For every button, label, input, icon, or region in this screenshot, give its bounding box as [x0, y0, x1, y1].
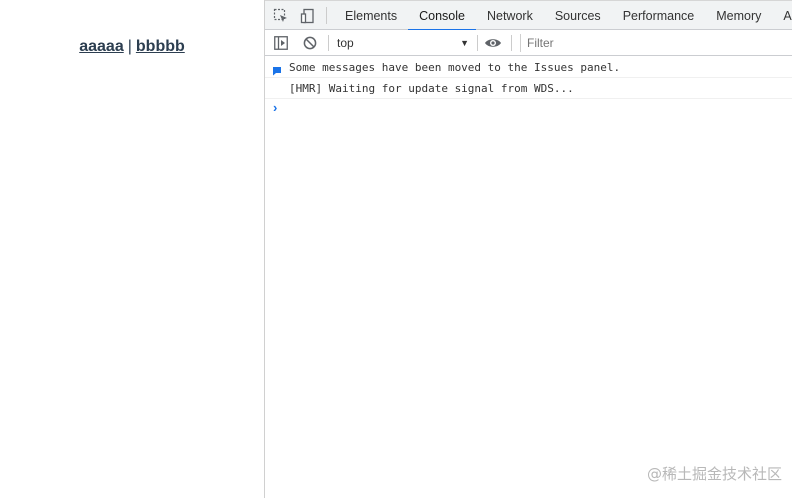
device-toolbar-icon[interactable] — [298, 6, 318, 26]
console-message: Some messages have been moved to the Iss… — [265, 57, 792, 78]
link-bbbbb[interactable]: bbbbb — [136, 38, 185, 55]
console-bar-divider — [328, 35, 329, 51]
nav-separator: | — [127, 38, 132, 55]
tab-application[interactable]: App — [772, 1, 792, 31]
tab-console[interactable]: Console — [408, 1, 476, 31]
console-message: [HMR] Waiting for update signal from WDS… — [265, 78, 792, 99]
devtools-main-toolbar: Elements Console Network Sources Perform… — [265, 0, 792, 31]
context-value: top — [337, 36, 354, 50]
toolbar-divider — [326, 7, 327, 24]
context-selector[interactable]: top ▼ — [337, 35, 469, 51]
devtools-panel: Elements Console Network Sources Perform… — [265, 0, 792, 498]
console-messages: Some messages have been moved to the Iss… — [265, 57, 792, 99]
filter-input[interactable] — [520, 34, 792, 52]
tab-sources[interactable]: Sources — [544, 1, 612, 31]
chevron-down-icon: ▼ — [460, 38, 469, 48]
tab-performance[interactable]: Performance — [612, 1, 706, 31]
tab-memory[interactable]: Memory — [705, 1, 772, 31]
tab-network[interactable]: Network — [476, 1, 544, 31]
message-text: Some messages have been moved to the Iss… — [289, 61, 621, 74]
console-toolbar: top ▼ — [265, 30, 792, 56]
tab-elements[interactable]: Elements — [334, 1, 408, 31]
show-sidebar-icon[interactable] — [272, 34, 290, 52]
clear-console-icon[interactable] — [301, 34, 319, 52]
link-aaaaa[interactable]: aaaaa — [79, 38, 124, 55]
console-bar-divider — [477, 35, 478, 51]
console-bar-divider — [511, 35, 512, 51]
live-expression-eye-icon[interactable] — [484, 34, 502, 52]
watermark: @稀土掘金技术社区 — [646, 465, 782, 483]
inspect-element-icon[interactable] — [271, 6, 291, 26]
devtools-tabs: Elements Console Network Sources Perform… — [334, 1, 792, 31]
message-text: [HMR] Waiting for update signal from WDS… — [289, 82, 574, 95]
page-nav: aaaaa | bbbbb — [0, 38, 264, 56]
console-prompt-chevron-icon[interactable]: › — [273, 100, 277, 115]
page-viewport: aaaaa | bbbbb — [0, 0, 265, 498]
issues-info-icon — [272, 62, 282, 76]
